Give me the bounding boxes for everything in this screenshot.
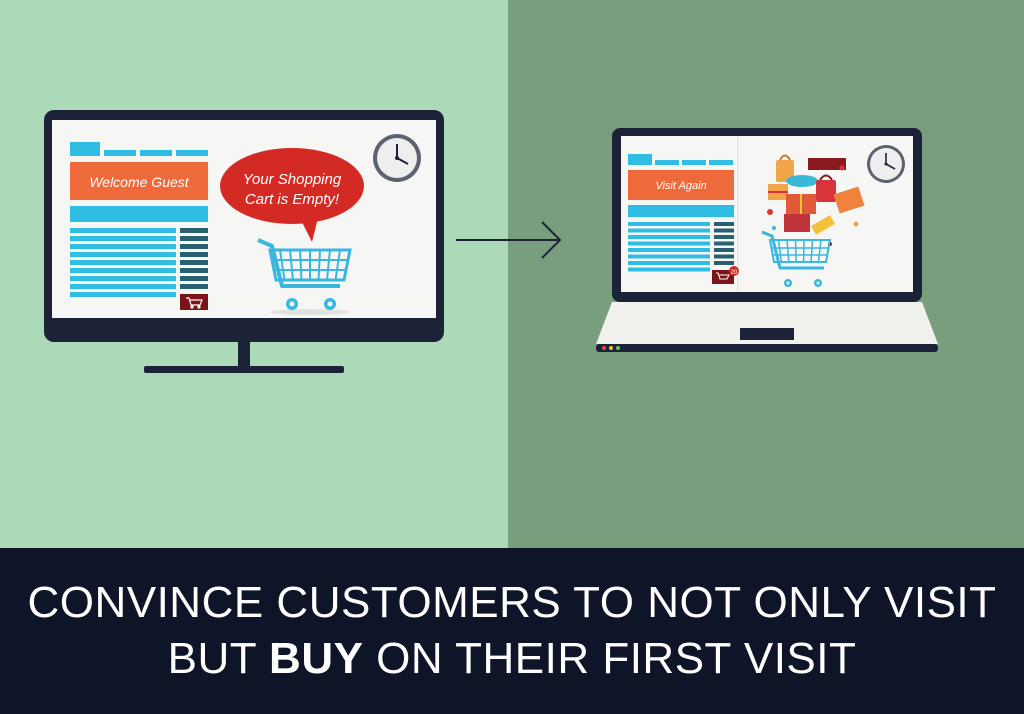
illustration: Welcome Guest Your Shopping Cart is Empt…: [44, 110, 938, 373]
content-row-side: [180, 284, 208, 289]
content-row-side: [714, 235, 734, 239]
content-row: [70, 260, 176, 265]
content-row: [628, 241, 710, 246]
content-row: [70, 244, 176, 249]
content-row-side: [714, 222, 734, 226]
content-row-side: [714, 248, 734, 252]
headline-line-2: BUT BUY ON THEIR FIRST VISIT: [168, 631, 857, 687]
content-row-side: [180, 276, 208, 281]
clock-icon: [867, 145, 905, 183]
content-row: [70, 284, 176, 289]
welcome-label: Welcome Guest: [89, 174, 189, 190]
desktop-monitor: Welcome Guest Your Shopping Cart is Empt…: [44, 110, 444, 373]
clock-icon: [373, 134, 421, 182]
headline-line-2-post: ON THEIR FIRST VISIT: [363, 634, 857, 683]
content-bar: [70, 206, 208, 222]
laptop-base-edge: [596, 344, 938, 352]
content-row: [70, 268, 176, 273]
content-row: [628, 261, 710, 265]
content-row-side: [180, 236, 208, 241]
content-row: [628, 222, 710, 226]
content-row: [628, 267, 710, 272]
content-row-side: [180, 244, 208, 249]
headline-line-2-pre: BUT: [167, 634, 270, 683]
nav-tab-2: [140, 150, 172, 156]
nav-tab-1: [104, 150, 136, 156]
bubble-line-1: Your Shopping: [243, 171, 342, 188]
content-row-side: [180, 268, 208, 273]
arrow-right-icon: [456, 221, 562, 259]
product-shopping-bag: [816, 180, 836, 202]
content-row: [628, 254, 710, 259]
content-row: [628, 235, 710, 239]
content-rows: [70, 228, 208, 297]
laptop-trackpad: [740, 328, 794, 340]
cart-badge-count: 20: [731, 270, 738, 276]
visit-label: Visit Again: [655, 180, 706, 192]
nav-logo: [628, 154, 652, 165]
content-row: [70, 228, 176, 233]
content-row: [70, 276, 176, 281]
bubble-line-2: Cart is Empty!: [245, 191, 340, 208]
content-row: [70, 252, 176, 257]
content-row-side: [714, 261, 734, 265]
headline-banner: CONVINCE CUSTOMERS TO NOT ONLY VISIT BUT…: [0, 548, 1024, 714]
infographic: Welcome Guest Your Shopping Cart is Empt…: [0, 0, 1024, 714]
monitor-neck: [238, 342, 250, 366]
content-row-side: [180, 252, 208, 257]
mini-cart-box: [180, 294, 208, 310]
product-wallet: [784, 214, 810, 232]
monitor-base: [144, 366, 344, 373]
laptop: Visit Again 20: [596, 128, 938, 352]
content-row-side: [180, 228, 208, 233]
content-bar: [628, 205, 734, 217]
nav-logo: [70, 142, 100, 156]
cart-grid-line: [794, 239, 797, 263]
content-row-side: [714, 241, 734, 246]
nav-tab-1: [655, 160, 679, 165]
product-hat: [786, 175, 818, 187]
nav-tab-3: [176, 150, 208, 156]
content-row: [70, 236, 176, 241]
nav-tab-3: [709, 160, 733, 165]
content-row: [70, 292, 176, 297]
content-row: [628, 228, 710, 233]
content-row: [628, 248, 710, 252]
content-row-side: [180, 260, 208, 265]
nav-tab-2: [682, 160, 706, 165]
content-row-side: [714, 228, 734, 233]
headline-emphasis: BUY: [269, 634, 364, 683]
headline-line-1: CONVINCE CUSTOMERS TO NOT ONLY VISIT: [27, 578, 997, 627]
content-row-side: [714, 254, 734, 259]
